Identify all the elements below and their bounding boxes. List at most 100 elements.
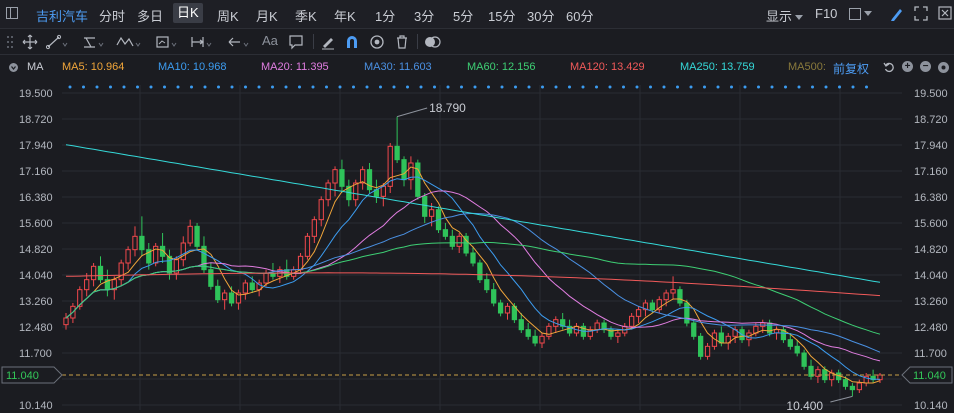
candle-up (304, 235, 311, 257)
candle-down (401, 159, 407, 181)
candle-down (491, 289, 497, 304)
candle-up (132, 235, 138, 251)
signal-dot (338, 85, 342, 89)
candle-up (615, 332, 621, 337)
signal-dot (500, 85, 504, 89)
candle-down (525, 329, 531, 337)
y-tick-label-left: 18.720 (19, 114, 53, 126)
candle-up (635, 309, 642, 317)
signal-dot (581, 85, 585, 89)
signal-dot (824, 85, 828, 89)
candle-up (504, 305, 511, 314)
signal-dot (662, 85, 666, 89)
candle-down (394, 145, 400, 161)
signal-dot (608, 85, 612, 89)
candle-down (366, 169, 373, 191)
candle-down (442, 229, 449, 237)
candle-up (332, 169, 338, 184)
candle-up (90, 265, 97, 281)
signal-dot (419, 85, 423, 89)
y-tick-label-left: 14.040 (19, 270, 53, 282)
signal-dot (379, 85, 382, 89)
candle-down (691, 322, 697, 337)
candle-down (684, 302, 690, 324)
candle-down (208, 269, 214, 287)
y-tick-label-right: 10.140 (914, 400, 948, 412)
y-tick-label-left: 15.600 (19, 218, 53, 230)
candle-down (339, 169, 345, 187)
signal-dot (244, 85, 247, 89)
signal-dot (122, 85, 126, 89)
y-tick-label-right: 17.160 (914, 166, 948, 178)
candle-up (63, 317, 69, 326)
min-leader-line (830, 395, 853, 403)
candle-up (187, 225, 193, 244)
signal-dot (176, 85, 180, 89)
candle-up (663, 292, 669, 301)
signal-dot (784, 85, 787, 89)
candle-down (518, 319, 524, 331)
signal-dot (527, 85, 531, 89)
max-price-label: 18.790 (429, 101, 466, 115)
candle-up (359, 169, 366, 184)
signal-dot (284, 85, 288, 89)
candle-down (415, 162, 421, 197)
candle-up (856, 382, 862, 391)
signal-dot (622, 85, 625, 89)
signal-dot (730, 85, 733, 89)
candle-down (449, 235, 455, 247)
signal-dot (514, 85, 517, 89)
current-price-label-left: 11.040 (6, 370, 39, 382)
signal-dot (770, 85, 774, 89)
signal-dot (716, 85, 720, 89)
signal-dot (352, 85, 355, 89)
y-tick-label-right: 12.480 (914, 322, 948, 334)
y-tick-label-left: 10.140 (19, 400, 53, 412)
candle-up (670, 289, 676, 294)
y-tick-label-left: 14.820 (19, 244, 53, 256)
candle-down (842, 379, 849, 387)
candle-up (263, 272, 269, 284)
candle-down (484, 279, 490, 291)
signal-dot (68, 85, 72, 89)
ma20-line (65, 190, 881, 362)
signal-dot (190, 85, 193, 89)
candle-down (849, 385, 856, 391)
candle-up (428, 209, 435, 217)
signal-dot (743, 85, 747, 89)
max-leader-line (396, 107, 428, 118)
signal-dot (365, 85, 369, 89)
candle-down (194, 225, 200, 247)
signal-dot (163, 85, 166, 89)
signal-dot (460, 85, 463, 89)
candle-down (422, 195, 428, 217)
y-tick-label-right: 14.040 (914, 270, 948, 282)
signal-dot (541, 85, 544, 89)
signal-dot (473, 85, 477, 89)
y-tick-label-right: 14.820 (914, 244, 948, 256)
candle-up (546, 325, 552, 337)
y-tick-label-left: 11.700 (19, 348, 52, 360)
candle-up (380, 185, 386, 197)
signal-dot (446, 85, 450, 89)
candle-down (698, 335, 704, 357)
signal-dot (433, 85, 436, 89)
signal-dot (595, 85, 598, 89)
y-tick-label-left: 17.160 (19, 166, 53, 178)
candle-down (532, 335, 538, 344)
signal-dot (203, 85, 207, 89)
candle-up (311, 219, 317, 237)
signal-dot (230, 85, 234, 89)
y-tick-label-right: 17.940 (914, 140, 948, 152)
signal-dot (109, 85, 112, 89)
signal-dot (554, 85, 558, 89)
candle-down (215, 285, 221, 301)
signal-dot (797, 85, 801, 89)
candle-down (139, 235, 145, 251)
candle-up (118, 262, 124, 281)
candle-up (629, 315, 635, 327)
candlestick-chart[interactable]: 19.500 19.500 18.720 18.720 17.940 17.940 17.1… (0, 0, 954, 413)
candle-up (242, 282, 248, 294)
signal-dot (649, 85, 652, 89)
y-tick-label-right: 16.380 (914, 192, 948, 204)
